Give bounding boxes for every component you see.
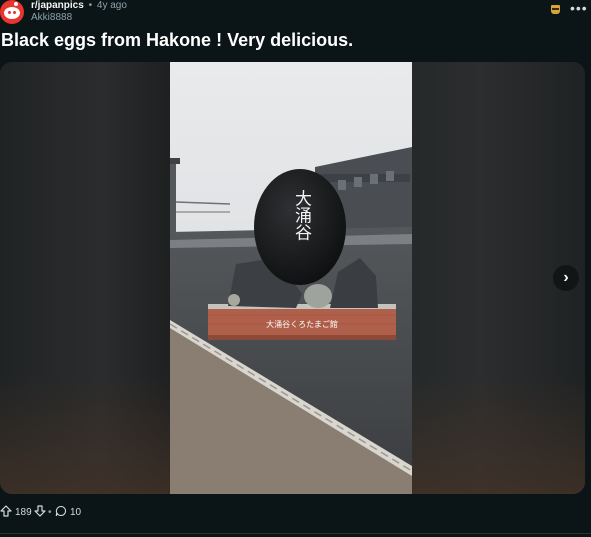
- downvote-button[interactable]: [34, 505, 46, 521]
- snoo-eye-right: [13, 11, 16, 14]
- actions-separator: •: [48, 507, 52, 518]
- downvote-icon: [34, 505, 46, 517]
- base-sign-text: 大涌谷くろたまご館: [266, 319, 338, 329]
- gallery-image[interactable]: 大涌谷 大涌谷くろたまご館: [170, 62, 412, 494]
- upvote-button[interactable]: [0, 505, 12, 521]
- post-time: 4y ago: [96, 0, 127, 11]
- subreddit-meta: r/japanpics • 4y ago: [31, 0, 127, 12]
- trophy-icon[interactable]: [551, 5, 560, 14]
- next-image-button[interactable]: ›: [553, 265, 579, 291]
- upvote-icon: [0, 505, 12, 517]
- media-gallery[interactable]: 大涌谷 大涌谷くろたまご館 ›: [0, 62, 585, 494]
- egg-calligraphy: 大涌谷: [291, 189, 312, 240]
- post-header: r/japanpics • 4y ago Akki8888 •••: [0, 0, 591, 24]
- more-options-icon[interactable]: •••: [570, 1, 588, 15]
- comment-icon: [55, 505, 67, 517]
- comments-button[interactable]: [55, 505, 67, 521]
- post-author[interactable]: Akki8888: [31, 12, 72, 24]
- subreddit-name[interactable]: r/japanpics: [31, 0, 84, 11]
- post-divider: [0, 533, 591, 534]
- subreddit-avatar[interactable]: [0, 0, 24, 24]
- comment-count: 10: [70, 507, 82, 518]
- black-egg-photo: 大涌谷 大涌谷くろたまご館: [170, 62, 412, 494]
- snoo-eye-left: [8, 11, 11, 14]
- post-title[interactable]: Black eggs from Hakone ! Very delicious.: [1, 29, 353, 51]
- snoo-antenna: [14, 2, 18, 6]
- meta-separator: •: [88, 0, 93, 11]
- snoo-face-shape: [4, 7, 20, 19]
- vote-count: 189: [15, 507, 32, 518]
- blurred-backdrop-left: [0, 62, 170, 494]
